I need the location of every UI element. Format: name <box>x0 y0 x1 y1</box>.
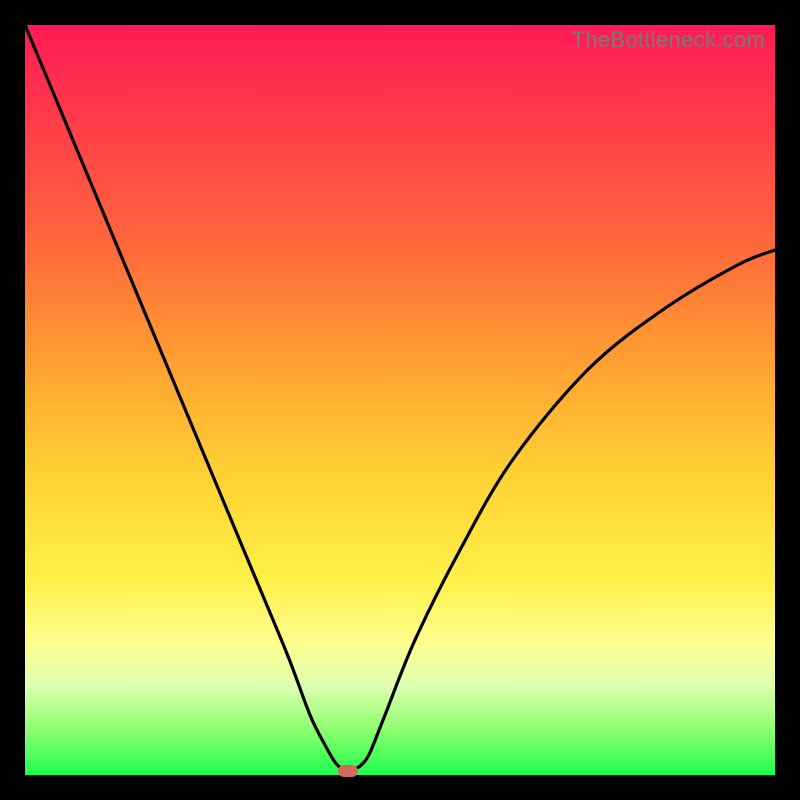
plot-area: TheBottleneck.com <box>25 25 775 775</box>
minimum-marker <box>338 765 358 777</box>
bottleneck-curve <box>25 25 775 775</box>
chart-frame: TheBottleneck.com <box>0 0 800 800</box>
